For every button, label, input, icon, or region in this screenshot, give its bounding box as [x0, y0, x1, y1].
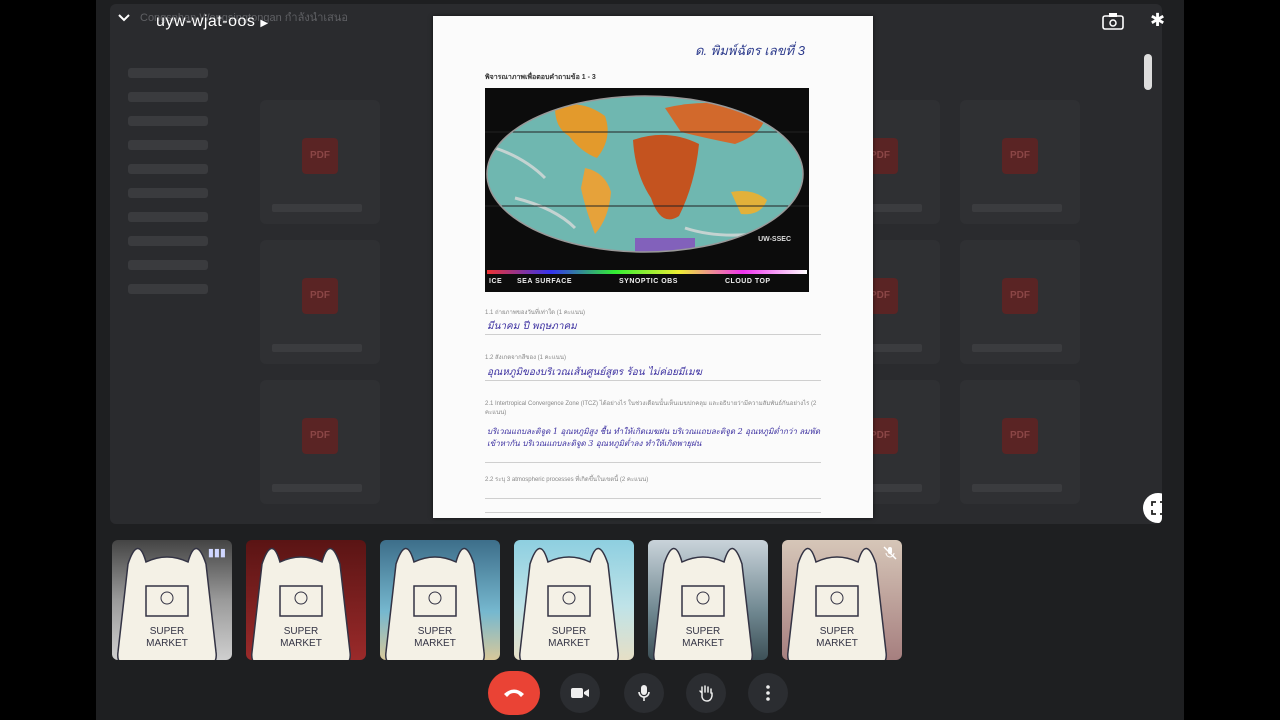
file-tile: PDF: [260, 380, 380, 504]
svg-text:MARKET: MARKET: [414, 638, 456, 649]
meeting-top-bar: uyw-wjat-oos ▶ ✱: [96, 0, 1184, 44]
meeting-code[interactable]: uyw-wjat-oos ▶: [156, 13, 269, 31]
hand-icon: [699, 685, 713, 702]
map-legend: ICE SEA SURFACE SYNOPTIC OBS CLOUD TOP: [487, 278, 807, 290]
switch-camera-button[interactable]: [1102, 12, 1126, 32]
answer-line: [485, 498, 821, 499]
pdf-icon: PDF: [302, 138, 338, 174]
answer-line: [485, 512, 821, 513]
pdf-icon: PDF: [1002, 138, 1038, 174]
world-temperature-map: UW-SSEC ICE SEA SURFACE SYNOPTIC OBS CLO…: [485, 88, 809, 292]
answer-2-1: บริเวณแถบละติจูด 1 อุณหภูมิสูง ชื้น ทำให…: [487, 427, 821, 448]
participant-tile[interactable]: SUPER MARKET: [380, 540, 500, 660]
participant-tile[interactable]: SUPER MARKET ▮▮▮: [112, 540, 232, 660]
bg-scrollbar: [1144, 54, 1152, 90]
shared-screen: Congsphan Wongsingtongan กำลังนำเสนอ PDF…: [110, 4, 1162, 524]
more-vert-icon: [766, 685, 770, 701]
legend-cloud-top: CLOUD TOP: [725, 278, 771, 285]
fullscreen-icon: [1151, 501, 1162, 515]
map-credit: UW-SSEC: [758, 236, 791, 243]
svg-text:SUPER: SUPER: [820, 626, 854, 637]
participant-tile[interactable]: SUPER MARKET: [246, 540, 366, 660]
supermarket-bag-image: SUPERMARKET: [251, 547, 351, 660]
pdf-icon: PDF: [302, 418, 338, 454]
answer-line: [485, 380, 821, 381]
microphone-icon: [638, 685, 650, 701]
answer-line: [485, 462, 821, 463]
file-tile: PDF: [260, 240, 380, 364]
camera-icon: [571, 688, 589, 698]
map-image: [485, 95, 809, 274]
svg-text:SUPER: SUPER: [418, 626, 452, 637]
answer-line: [485, 334, 821, 335]
answer-1-2: อุณหภูมิของบริเวณเส้นศูนย์สูตร ร้อน ไม่ค…: [487, 367, 702, 378]
svg-text:SUPER: SUPER: [552, 626, 586, 637]
supermarket-bag-image: SUPERMARKET: [787, 547, 887, 660]
collapse-button[interactable]: [116, 10, 136, 30]
pdf-icon: PDF: [302, 278, 338, 314]
supermarket-bag-image: SUPERMARKET: [653, 547, 753, 660]
participant-tile[interactable]: SUPER MARKET: [514, 540, 634, 660]
file-tile: PDF: [960, 100, 1080, 224]
svg-text:MARKET: MARKET: [816, 638, 858, 649]
meeting-code-text: uyw-wjat-oos: [156, 13, 256, 30]
file-tile: PDF: [260, 100, 380, 224]
svg-text:MARKET: MARKET: [146, 638, 188, 649]
caret-right-icon: ▶: [260, 18, 269, 29]
svg-text:MARKET: MARKET: [682, 638, 724, 649]
pdf-icon: PDF: [1002, 278, 1038, 314]
question-2-2: 2.2 ระบุ 3 atmospheric processes ที่เกิด…: [485, 477, 649, 483]
meet-app: Congsphan Wongsingtongan กำลังนำเสนอ PDF…: [0, 0, 1280, 720]
legend-synoptic: SYNOPTIC OBS: [619, 278, 678, 285]
participant-tile[interactable]: SUPER MARKET: [782, 540, 902, 660]
bg-sidebar: [128, 54, 238, 308]
meeting-stage: Congsphan Wongsingtongan กำลังนำเสนอ PDF…: [96, 0, 1184, 720]
participant-strip: SUPER MARKET ▮▮▮ SUPER MARKET SUPER MARKET …: [96, 540, 1184, 664]
mic-off-icon: [883, 546, 897, 563]
legend-sea-surface: SEA SURFACE: [517, 278, 573, 285]
file-tile: PDF: [960, 380, 1080, 504]
bag-label: SUPER: [150, 626, 184, 637]
question-2-1: 2.1 Intertropical Convergence Zone (ITCZ…: [485, 401, 817, 416]
supermarket-bag-image: SUPERMARKET: [385, 547, 485, 660]
end-call-button[interactable]: [488, 671, 540, 715]
call-controls: [96, 670, 1184, 720]
raise-hand-button[interactable]: [686, 673, 726, 713]
svg-text:SUPER: SUPER: [686, 626, 720, 637]
more-options-button[interactable]: [748, 673, 788, 713]
fullscreen-button[interactable]: [1143, 493, 1162, 523]
participant-tile[interactable]: SUPER MARKET: [648, 540, 768, 660]
svg-text:MARKET: MARKET: [548, 638, 590, 649]
shared-document-page: ด. พิมพ์ฉัตร เลขที่ 3 พิจารณาภาพเพื่อตอบ…: [433, 16, 873, 518]
answer-1-1: มีนาคม ปี พฤษภาคม: [487, 321, 577, 332]
question-1-2: 1.2 สังเกตจากสีของ (1 คะแนน): [485, 355, 566, 361]
svg-text:MARKET: MARKET: [280, 638, 322, 649]
bluetooth-icon: ✱: [1150, 10, 1166, 30]
camera-toggle-button[interactable]: [560, 673, 600, 713]
speaking-indicator-icon: ▮▮▮: [207, 547, 226, 559]
chevron-down-icon: [118, 14, 130, 22]
pdf-icon: PDF: [1002, 418, 1038, 454]
svg-text:SUPER: SUPER: [284, 626, 318, 637]
microphone-toggle-button[interactable]: [624, 673, 664, 713]
phone-hangup-icon: [504, 689, 524, 697]
supermarket-bag-image: SUPERMARKET: [519, 547, 619, 660]
camera-switch-icon: [1102, 13, 1124, 30]
doc-heading: พิจารณาภาพเพื่อตอบคำถามข้อ 1 - 3: [485, 74, 596, 81]
question-1-1: 1.1 ถ่ายภาพของวันที่เท่าใด (1 คะแนน): [485, 310, 586, 316]
file-tile: PDF: [960, 240, 1080, 364]
legend-ice: ICE: [489, 278, 503, 285]
